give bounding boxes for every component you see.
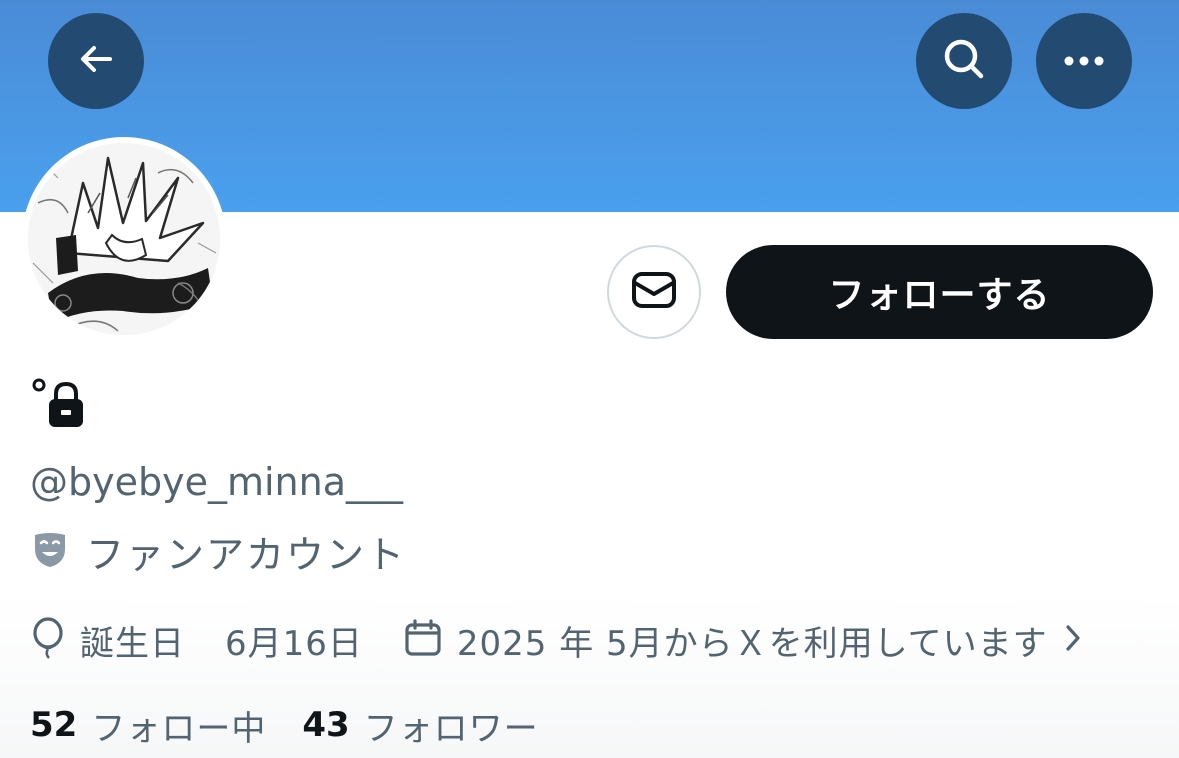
following-count: 52 [30,705,78,745]
chevron-right-icon[interactable] [1062,622,1084,658]
category-label: ファンアカウント [86,532,407,577]
search-icon [940,35,988,87]
balloon-icon [30,616,66,664]
birthday-value: 6月16日 [225,623,363,664]
theater-mask-icon [30,529,70,573]
profile-meta: 誕生日 6月16日 2025 年 5月からＸを利用しています [30,613,1084,667]
following-link[interactable]: 52 フォロー中 [30,701,266,750]
following-label: フォロー中 [91,708,267,749]
avatar-manga-illustration [28,143,220,335]
lock-icon [30,378,92,434]
avatar[interactable] [22,137,226,341]
birthday-label: 誕生日 [80,623,185,664]
joined-date[interactable]: 2025 年 5月からＸを利用しています [457,616,1048,665]
back-button[interactable] [48,13,144,109]
display-name [30,378,92,428]
more-options-button[interactable] [1036,13,1132,109]
calendar-icon [403,618,443,662]
follow-button-label: フォローする [828,275,1051,316]
search-button[interactable] [916,13,1012,109]
message-button[interactable] [607,245,701,339]
followers-link[interactable]: 43 フォロワー [302,701,538,750]
followers-count: 43 [302,705,350,745]
more-horizontal-icon [1062,52,1106,71]
envelope-icon [630,270,678,314]
profile-category: ファンアカウント [30,526,407,577]
follow-button[interactable]: フォローする [726,245,1153,339]
followers-label: フォロワー [363,708,539,749]
profile-handle: @byebye_minna___ [30,460,404,504]
follow-stats: 52 フォロー中 43 フォロワー [30,700,539,750]
arrow-left-icon [76,39,116,83]
